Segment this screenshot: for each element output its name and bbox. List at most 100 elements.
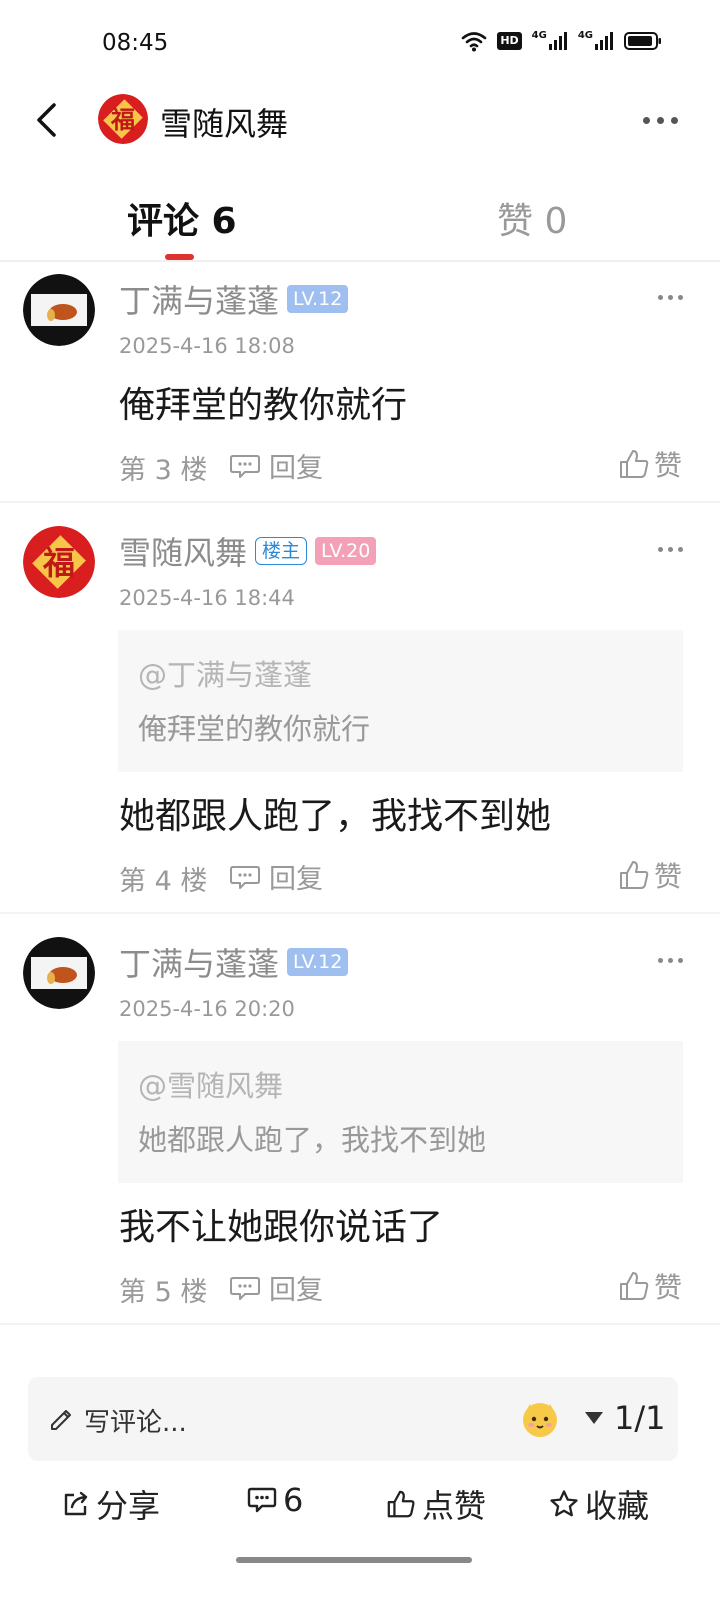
comment-item: 丁满与蓬蓬 LV.12 2025-4-16 20:20 @雪随风舞 她都跟人跑了… bbox=[0, 925, 720, 1325]
like-label: 赞 bbox=[653, 860, 682, 893]
username[interactable]: 丁满与蓬蓬 bbox=[119, 276, 279, 322]
more-options-button[interactable] bbox=[630, 98, 690, 142]
active-tab-indicator bbox=[165, 254, 194, 260]
like-button[interactable]: 赞 bbox=[618, 1266, 682, 1306]
home-indicator[interactable] bbox=[236, 1557, 472, 1563]
comment-user: 丁满与蓬蓬 LV.12 bbox=[119, 939, 349, 985]
like-button[interactable]: 赞 bbox=[618, 444, 682, 484]
hd-badge: HD bbox=[497, 32, 522, 50]
comment-actions: 第 5 楼 回复 赞 bbox=[119, 1266, 682, 1308]
level-badge: LV.20 bbox=[315, 537, 377, 565]
thumbs-up-icon bbox=[619, 861, 649, 889]
network-type-label: 4G bbox=[577, 30, 593, 41]
comment-text: 我不让她跟你说话了 bbox=[119, 1207, 444, 1248]
favorite-label: 收藏 bbox=[585, 1487, 650, 1525]
quoted-comment[interactable]: @丁满与蓬蓬 俺拜堂的教你就行 bbox=[118, 630, 683, 772]
share-button[interactable]: 分享 bbox=[62, 1481, 160, 1527]
comment-bubble-icon bbox=[230, 454, 260, 478]
level-badge: LV.12 bbox=[287, 285, 349, 313]
star-icon bbox=[550, 1490, 578, 1517]
comment-user: 丁满与蓬蓬 LV.12 bbox=[119, 276, 349, 322]
comment-more-button[interactable] bbox=[650, 945, 690, 975]
comment-more-button[interactable] bbox=[650, 282, 690, 312]
comment-count: 6 bbox=[283, 1481, 304, 1519]
owner-badge: 楼主 bbox=[255, 537, 308, 565]
favorite-button[interactable]: 收藏 bbox=[549, 1481, 649, 1527]
floor-label: 第 3 楼 bbox=[119, 455, 208, 486]
share-label: 分享 bbox=[96, 1487, 161, 1525]
like-button[interactable]: 赞 bbox=[618, 855, 682, 895]
comment-item: 丁满与蓬蓬 LV.12 2025-4-16 18:08 俺拜堂的教你就行 第 3… bbox=[0, 262, 720, 503]
quoted-username: @雪随风舞 bbox=[138, 1069, 284, 1103]
comment-input[interactable]: 写评论... 1/1 bbox=[28, 1377, 678, 1461]
tab-bar: 评论 6 赞 0 bbox=[0, 180, 720, 262]
more-dots-icon bbox=[642, 116, 678, 124]
thumbs-up-icon bbox=[619, 450, 649, 478]
reply-label: 回复 bbox=[269, 453, 323, 484]
status-bar: 08:45 HD 4G 4G bbox=[0, 0, 720, 88]
reply-button[interactable]: 回复 bbox=[229, 857, 323, 896]
reply-button[interactable]: 回复 bbox=[229, 446, 323, 485]
tab-comments[interactable]: 评论 6 bbox=[127, 192, 237, 244]
like-post-label: 点赞 bbox=[422, 1487, 487, 1525]
share-icon bbox=[64, 1491, 88, 1516]
comment-actions: 第 3 楼 回复 赞 bbox=[119, 444, 682, 486]
comment-time: 2025-4-16 18:08 bbox=[119, 334, 295, 358]
thumbs-up-icon bbox=[619, 1272, 649, 1300]
status-icons: HD 4G 4G bbox=[461, 30, 662, 52]
tab-likes[interactable]: 赞 0 bbox=[497, 192, 567, 244]
level-badge: LV.12 bbox=[287, 948, 349, 976]
reply-label: 回复 bbox=[269, 1275, 323, 1306]
back-button[interactable] bbox=[24, 98, 68, 142]
comment-bubble-icon bbox=[230, 865, 260, 889]
pencil-icon bbox=[51, 1410, 71, 1430]
comment-time: 2025-4-16 20:20 bbox=[119, 997, 295, 1021]
comments-button[interactable]: 6 bbox=[247, 1481, 303, 1519]
network-type-label: 4G bbox=[531, 30, 547, 41]
top-bar: 福 雪随风舞 bbox=[0, 88, 720, 152]
page-indicator[interactable]: 1/1 bbox=[584, 1399, 666, 1437]
signal-icon: 4G bbox=[578, 31, 614, 51]
comment-time: 2025-4-16 18:44 bbox=[119, 586, 295, 610]
quoted-text: 俺拜堂的教你就行 bbox=[138, 712, 371, 746]
comment-actions: 第 4 楼 回复 赞 bbox=[119, 855, 682, 897]
page-title: 雪随风舞 bbox=[160, 105, 289, 143]
wifi-icon bbox=[461, 30, 487, 52]
comment-user: 雪随风舞 楼主 LV.20 bbox=[119, 528, 377, 574]
comment-bubble-icon bbox=[230, 1276, 260, 1300]
more-dots-icon bbox=[657, 294, 683, 300]
comment-bubble-icon bbox=[247, 1487, 277, 1513]
avatar[interactable] bbox=[23, 274, 95, 346]
like-label: 赞 bbox=[653, 449, 682, 482]
more-dots-icon bbox=[657, 546, 683, 552]
svg-text:福: 福 bbox=[110, 105, 135, 134]
svg-text:福: 福 bbox=[42, 544, 75, 582]
thumbs-up-icon bbox=[387, 1490, 415, 1518]
comment-text: 她都跟人跑了，我找不到她 bbox=[119, 796, 552, 837]
comment-item: 福 雪随风舞 楼主 LV.20 2025-4-16 18:44 @丁满与蓬蓬 俺… bbox=[0, 514, 720, 914]
comment-input-placeholder: 写评论... bbox=[84, 1408, 187, 1438]
avatar[interactable]: 福 bbox=[98, 94, 148, 144]
page-indicator-label: 1/1 bbox=[614, 1399, 666, 1437]
more-dots-icon bbox=[657, 957, 683, 963]
back-arrow-icon bbox=[37, 103, 56, 137]
floor-label: 第 4 楼 bbox=[119, 866, 208, 897]
bottom-action-bar: 分享 6 点赞 收藏 bbox=[0, 1475, 720, 1531]
avatar[interactable] bbox=[23, 937, 95, 1009]
status-time: 08:45 bbox=[102, 30, 169, 56]
avatar[interactable]: 福 bbox=[23, 526, 95, 598]
like-post-button[interactable]: 点赞 bbox=[386, 1481, 486, 1527]
username[interactable]: 丁满与蓬蓬 bbox=[119, 939, 279, 985]
emoji-icon[interactable] bbox=[520, 1399, 560, 1439]
floor-label: 第 5 楼 bbox=[119, 1277, 208, 1308]
reply-button[interactable]: 回复 bbox=[229, 1268, 323, 1307]
comment-text: 俺拜堂的教你就行 bbox=[119, 385, 408, 426]
username[interactable]: 雪随风舞 bbox=[119, 528, 247, 574]
quoted-comment[interactable]: @雪随风舞 她都跟人跑了，我找不到她 bbox=[118, 1041, 683, 1183]
comment-more-button[interactable] bbox=[650, 534, 690, 564]
triangle-down-icon bbox=[585, 1412, 603, 1424]
quoted-text: 她都跟人跑了，我找不到她 bbox=[138, 1123, 487, 1157]
battery-icon bbox=[624, 31, 662, 51]
signal-icon: 4G bbox=[532, 31, 568, 51]
quoted-username: @丁满与蓬蓬 bbox=[138, 658, 313, 692]
